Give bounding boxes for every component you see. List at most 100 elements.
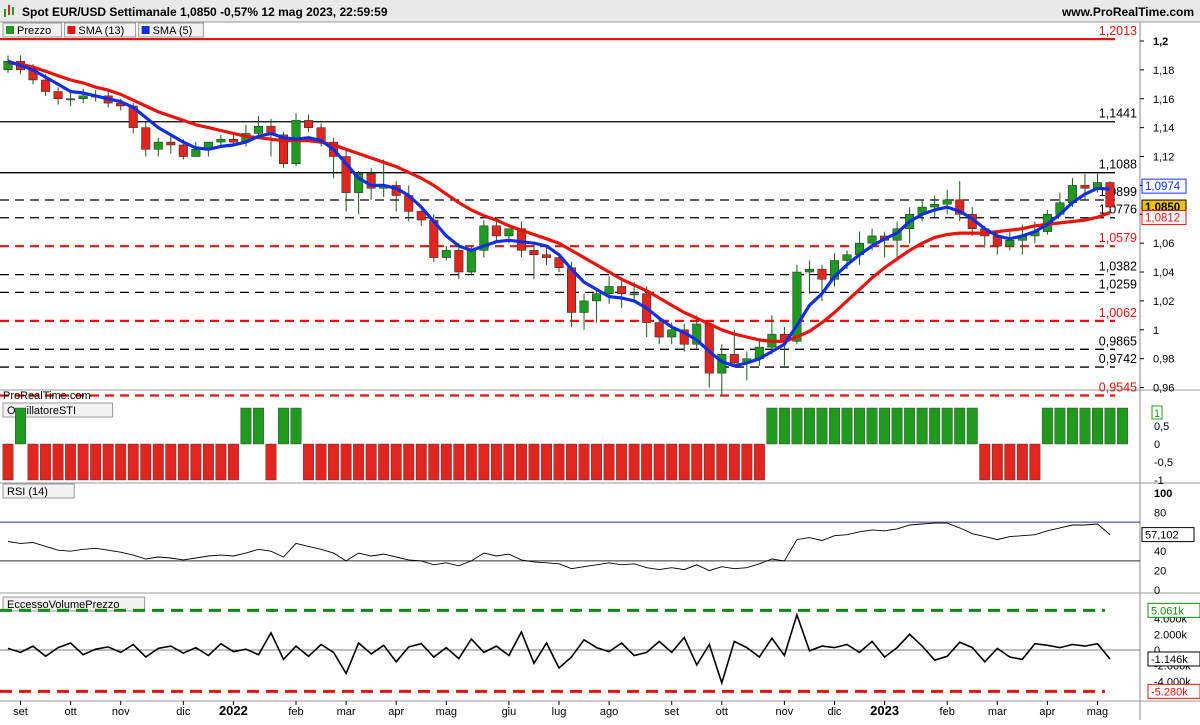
volume-tick-label: 2.000k: [1154, 629, 1188, 641]
sti-bar-down: [303, 443, 315, 481]
sti-bar-down: [616, 443, 628, 481]
x-tick-label: mar: [988, 706, 1007, 718]
x-tick-label: ago: [600, 706, 618, 718]
sti-bar-down: [415, 443, 427, 481]
sti-bar-down: [215, 443, 227, 481]
x-tick-label: giu: [502, 706, 517, 718]
candle-down: [1105, 182, 1115, 208]
sti-bar-down: [440, 443, 452, 481]
candle-down: [654, 322, 664, 338]
x-axis: set ott nov dic 2022 feb mar apr mag giu lug ago set…: [13, 701, 1108, 718]
sti-tick-label: -1: [1154, 475, 1164, 487]
price-tick-label: 1,16: [1153, 94, 1174, 106]
candle-up: [867, 235, 877, 244]
sti-bar-up: [1066, 407, 1078, 445]
rsi-panel: RSI (14)10080604020057,102: [0, 483, 1200, 597]
sti-bar-down: [378, 443, 390, 481]
sti-bar-up: [1054, 407, 1066, 445]
rsi-tick-label: 80: [1154, 507, 1166, 519]
sti-bar-up: [803, 407, 815, 445]
sti-bar-down: [353, 443, 365, 481]
volume-excess-panel: EccessoVolumePrezzo4.000k2.000k0-2.000k-…: [0, 596, 1200, 702]
chart-window: Spot EUR/USD Settimanale 1,0850 -0,57% 1…: [0, 0, 1200, 720]
sti-bar-down: [541, 443, 552, 481]
x-tick-label: set: [664, 706, 679, 718]
candle-down: [454, 250, 464, 273]
sti-bar-down: [328, 443, 340, 481]
brand-text: www.ProRealTime.com: [1061, 5, 1194, 19]
sti-bar-up: [252, 407, 264, 445]
sti-bar-down: [152, 443, 164, 481]
sti-tick-label: 0: [1154, 439, 1160, 451]
candle-up: [466, 250, 476, 273]
volume-upper-badge-label: 5.061k: [1151, 605, 1185, 617]
level-label: 0,9545: [1099, 381, 1137, 395]
price-tick-label: 1,02: [1153, 296, 1174, 308]
x-tick-label: lug: [552, 706, 567, 718]
x-tick-label: 2023: [870, 703, 899, 718]
x-tick-label: apr: [1039, 706, 1055, 718]
legend-sma13-label: SMA (13): [78, 25, 124, 37]
sti-bar-down: [653, 443, 665, 481]
sti-bar-up: [1041, 407, 1053, 445]
sti-bar-up: [816, 407, 828, 445]
candle-up: [667, 329, 677, 338]
sti-bar-down: [741, 443, 753, 481]
price-tick-label: 1,06: [1153, 238, 1174, 250]
sti-bar-down: [265, 443, 277, 481]
sti-bar-down: [591, 443, 603, 481]
rsi-badge-label: 57,102: [1145, 530, 1179, 542]
sti-bar-down: [566, 443, 577, 481]
candle-down: [141, 127, 151, 150]
sti-bar-down: [603, 443, 615, 481]
sti-bar-up: [240, 407, 252, 445]
sti-bar-down: [390, 443, 402, 481]
price-panel: 1,21,181,161,141,121,11,081,061,041,0210…: [0, 22, 1200, 720]
candle-down: [41, 79, 51, 92]
badge-sma5-label: 1,0974: [1145, 181, 1181, 193]
sti-bar-down: [753, 443, 765, 481]
sti-bar-down: [227, 443, 239, 481]
sti-bar-down: [1029, 443, 1041, 481]
sti-bar-down: [490, 443, 502, 481]
price-tick-label: 1,2: [1153, 36, 1168, 48]
sti-bar-up: [854, 407, 866, 445]
sti-bar-down: [453, 443, 465, 481]
price-tick-label: 1: [1153, 325, 1159, 337]
level-label: 1,0259: [1099, 277, 1137, 291]
level-label: 1,0899: [1099, 185, 1137, 199]
sti-bar-down: [666, 443, 678, 481]
sti-bar-up: [904, 407, 916, 445]
price-tick-label: 0,96: [1153, 383, 1174, 395]
sti-bar-down: [528, 443, 540, 481]
candle-down: [304, 120, 314, 128]
sti-bar-down: [991, 443, 1003, 481]
sti-bar-down: [165, 443, 177, 481]
legend-sma5-label: SMA (5): [153, 25, 193, 37]
sti-bar-down: [190, 443, 202, 481]
volume-lower-badge-label: -5.280k: [1151, 686, 1188, 698]
sti-bar-down: [77, 443, 89, 481]
sti-badge-label: 1: [1154, 408, 1160, 420]
candle-up: [592, 293, 602, 302]
sti-bar-down: [578, 443, 590, 481]
volume-line: [7, 612, 1111, 686]
level-label: 1,0382: [1099, 260, 1137, 274]
sti-bar-down: [641, 443, 653, 481]
x-tick-label: set: [13, 706, 28, 718]
sti-bar-up: [1104, 407, 1116, 445]
sti-bar-down: [979, 443, 991, 481]
candle-up: [441, 250, 451, 258]
sti-bar-up: [290, 407, 302, 445]
legend-prezzo-swatch: [6, 26, 14, 34]
sti-bar-up: [829, 407, 840, 445]
legend-sma13-swatch: [67, 26, 76, 34]
x-tick-label: dic: [176, 706, 191, 718]
legend-rsi-label: RSI (14): [7, 486, 48, 498]
x-tick-label: mag: [436, 706, 457, 718]
candle-up: [504, 228, 514, 237]
candle-down: [729, 354, 739, 364]
sti-bar-down: [503, 443, 515, 481]
sti-bar-down: [177, 443, 189, 481]
level-label: 1,2013: [1099, 24, 1137, 38]
